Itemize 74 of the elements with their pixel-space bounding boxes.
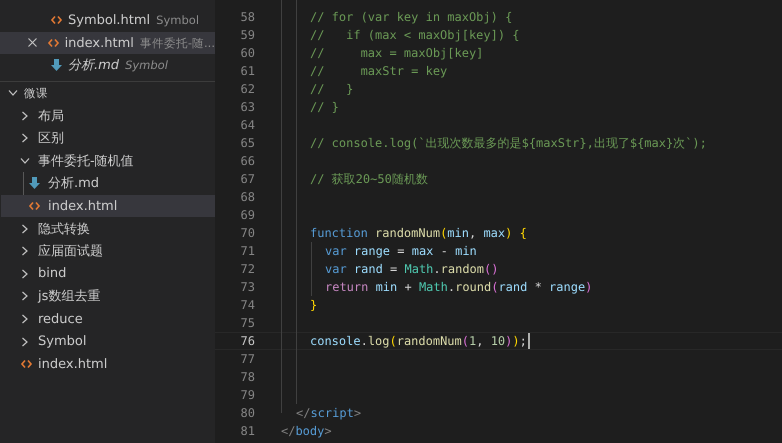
- code-brackets-icon: [50, 15, 62, 26]
- code-brackets-icon: [28, 201, 40, 212]
- code-brackets-icon: [20, 359, 32, 370]
- folder-item[interactable]: 事件委托-随机值: [0, 150, 215, 172]
- line-number: 77: [240, 352, 255, 366]
- line-number: 69: [240, 208, 255, 222]
- chevron-down-icon: [8, 90, 18, 96]
- line-number: 62: [240, 82, 255, 96]
- file-item[interactable]: index.html: [0, 352, 215, 376]
- code-line: // maxStr = key: [310, 64, 448, 78]
- code-line: console.log(randomNum(1, 10));: [310, 334, 527, 348]
- code-line: var range = max - min: [325, 244, 477, 258]
- folder-item[interactable]: 区别: [0, 126, 215, 150]
- code-line: // if (max < maxObj[key]) {: [310, 28, 520, 42]
- chevron-right-icon: [22, 110, 28, 121]
- down-arrow-icon: [28, 177, 40, 190]
- code-line: // }: [310, 100, 339, 114]
- chevron-down-icon: [20, 158, 30, 164]
- code-line: // }: [310, 82, 354, 96]
- folder-item[interactable]: bind: [0, 262, 215, 286]
- section-header[interactable]: 微课: [0, 82, 215, 104]
- line-number: 68: [240, 190, 255, 204]
- text-cursor: [528, 333, 530, 349]
- line-number: 71: [240, 244, 255, 258]
- line-number: 67: [240, 172, 255, 186]
- open-editor-item[interactable]: Symbol.html Symbol: [0, 9, 215, 32]
- code-line: var rand = Math.random(): [325, 262, 498, 276]
- file-item[interactable]: index.html: [1, 194, 215, 218]
- line-number: 66: [240, 154, 255, 168]
- code-line: return min + Math.round(rand * range): [325, 280, 592, 294]
- code-line: </body>: [281, 424, 332, 438]
- line-number: 79: [240, 388, 255, 402]
- code-line: // console.log(`出现次数最多的是${maxStr},出现了${max}次`);: [310, 134, 707, 152]
- line-number: 61: [240, 64, 255, 78]
- line-number: 81: [240, 424, 255, 438]
- code-line: function randomNum(min, max) {: [310, 226, 527, 240]
- code-line: </script>: [296, 406, 362, 420]
- folder-item[interactable]: 布局: [0, 104, 215, 127]
- code-brackets-icon: [48, 38, 59, 48]
- line-number: 73: [240, 280, 255, 294]
- folder-item[interactable]: Symbol: [0, 330, 215, 353]
- close-icon[interactable]: [28, 38, 38, 48]
- line-number: 63: [240, 100, 255, 114]
- code-line: }: [310, 298, 318, 312]
- line-number: 76: [240, 334, 255, 348]
- chevron-right-icon: [22, 224, 28, 234]
- chevron-right-icon: [22, 336, 28, 347]
- open-editor-item[interactable]: 分析.md Symbol: [0, 54, 215, 77]
- code-line: // 获取20~50随机数: [310, 170, 428, 188]
- chevron-right-icon: [22, 268, 28, 279]
- chevron-right-icon: [22, 291, 28, 302]
- code-line: // for (var key in maxObj) {: [310, 10, 512, 24]
- folder-item[interactable]: reduce: [0, 308, 215, 330]
- folder-item[interactable]: 隐式转换: [0, 217, 215, 240]
- line-number: 70: [240, 226, 255, 240]
- line-number: 78: [240, 370, 255, 384]
- code-line: // max = maxObj[key]: [310, 46, 484, 60]
- chevron-right-icon: [22, 314, 28, 324]
- line-number: 64: [240, 118, 255, 132]
- line-number: 80: [240, 406, 255, 420]
- chevron-right-icon: [22, 246, 28, 256]
- file-item[interactable]: 分析.md: [1, 172, 215, 195]
- line-number: 60: [240, 46, 255, 60]
- line-number: 74: [240, 298, 255, 312]
- line-number: 59: [240, 28, 255, 42]
- chevron-right-icon: [22, 133, 28, 144]
- open-editor-item[interactable]: index.html 事件委托-随...: [0, 32, 215, 54]
- line-number: 65: [240, 136, 255, 150]
- folder-item[interactable]: 应届面试题: [0, 240, 215, 263]
- line-number: 58: [240, 10, 255, 24]
- down-arrow-icon: [50, 59, 62, 72]
- line-number: 75: [240, 316, 255, 330]
- folder-item[interactable]: js数组去重: [0, 285, 215, 308]
- line-number: 72: [240, 262, 255, 276]
